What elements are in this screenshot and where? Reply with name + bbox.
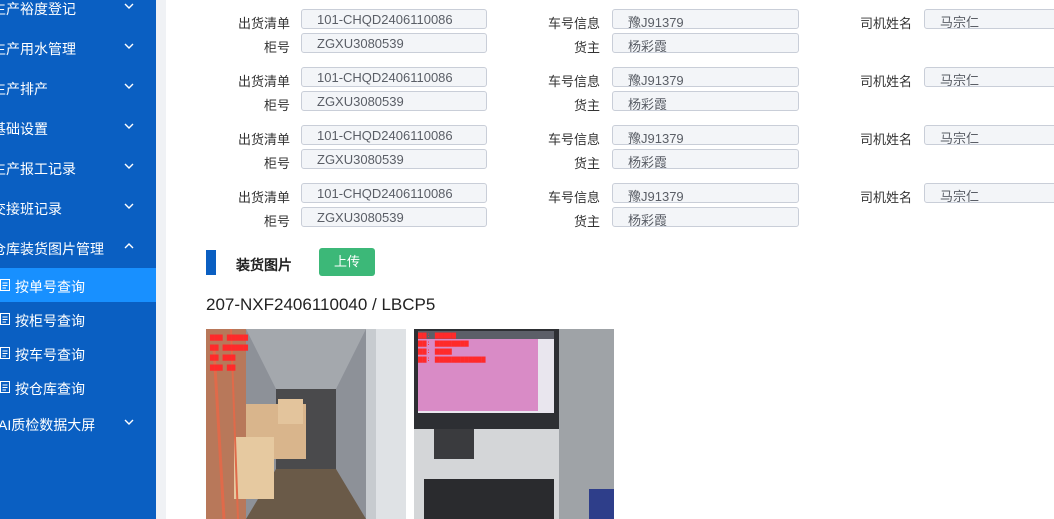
driver-name-field[interactable]: 马宗仁 — [924, 9, 1054, 29]
chevron-down-icon — [124, 83, 134, 89]
driver-name-field[interactable]: 马宗仁 — [924, 125, 1054, 145]
chevron-down-icon — [124, 163, 134, 169]
driver-name-label: 司机姓名 — [859, 74, 912, 89]
owner-label: 货主 — [573, 214, 600, 229]
owner-label: 货主 — [573, 156, 600, 171]
menu-production-margin[interactable]: 生产裕度登记 — [0, 0, 156, 28]
vehicle-info-field[interactable]: 豫J91379 — [612, 183, 799, 203]
menu-label: 基础设置 — [0, 121, 48, 137]
container-interior-image: ▆▆▆ ▆▆▆▆▆ ▆▆ ▆▆▆▆▆▆ ▆▆ ▆▆▆ ▆▆▆ ▆▆ — [206, 329, 406, 519]
chevron-down-icon — [124, 43, 134, 49]
svg-text:▆▆ ▆▆▆▆▆▆: ▆▆ ▆▆▆▆▆▆ — [209, 343, 249, 351]
menu-label: 生产用水管理 — [0, 41, 76, 57]
menu-label: 生产报工记录 — [0, 161, 76, 177]
submenu-label: 按仓库查询 — [15, 381, 85, 397]
vehicle-info-field[interactable]: 豫J91379 — [612, 125, 799, 145]
menu-label: 交接班记录 — [0, 201, 62, 217]
driver-name-label: 司机姓名 — [859, 16, 912, 31]
shipping-list-field[interactable]: 101-CHQD2406110086 — [301, 125, 487, 145]
document-icon — [0, 279, 10, 291]
svg-text:▆▆ ▆▆▆: ▆▆ ▆▆▆ — [209, 353, 236, 361]
owner-field[interactable]: 杨彩霞 — [612, 33, 799, 53]
chevron-down-icon — [124, 3, 134, 9]
driver-name-label: 司机姓名 — [859, 190, 912, 205]
menu-ai-dashboard[interactable]: AI质检数据大屏 — [0, 404, 156, 444]
photo-group-caption: 207-NXF2406110040 / LBCP5 — [206, 295, 436, 314]
submenu-label: 按单号查询 — [15, 279, 85, 295]
vehicle-info-field[interactable]: 豫J91379 — [612, 9, 799, 29]
section-title: 装货图片 — [236, 257, 292, 273]
menu-label: 生产裕度登记 — [0, 1, 76, 17]
svg-text:▆▆: ▆▆▆▆▆▆▆▆: ▆▆: ▆▆▆▆▆▆▆▆ — [417, 339, 469, 347]
owner-field[interactable]: 杨彩霞 — [612, 91, 799, 111]
vehicle-info-label: 车号信息 — [547, 190, 600, 205]
monitor-photo-image: ▆▆: ▆▆▆▆▆ ▆▆: ▆▆▆▆▆▆▆▆ ▆▆: ▆▆▆▆ ▆▆: ▆▆▆▆… — [414, 329, 614, 519]
submenu-by-warehouse[interactable]: 按仓库查询 — [0, 370, 156, 404]
document-icon — [0, 347, 10, 359]
submenu-by-container[interactable]: 按柜号查询 — [0, 302, 156, 336]
container-no-field[interactable]: ZGXU3080539 — [301, 91, 487, 111]
shipping-list-field[interactable]: 101-CHQD2406110086 — [301, 9, 487, 29]
section-accent-bar — [206, 250, 216, 275]
container-no-label: 柜号 — [263, 98, 290, 113]
shipping-list-field[interactable]: 101-CHQD2406110086 — [301, 67, 487, 87]
chevron-down-icon — [124, 123, 134, 129]
upload-button[interactable]: 上传 — [319, 248, 375, 276]
loading-photo-container[interactable]: ▆▆▆ ▆▆▆▆▆ ▆▆ ▆▆▆▆▆▆ ▆▆ ▆▆▆ ▆▆▆ ▆▆ — [206, 329, 406, 519]
submenu-label: 按车号查询 — [15, 347, 85, 363]
shipping-list-label: 出货清单 — [237, 16, 290, 31]
vehicle-info-label: 车号信息 — [547, 16, 600, 31]
sidebar: 生产裕度登记 生产用水管理 生产排产 基础设置 生产报工记录 交接班记录 仓库装… — [0, 0, 156, 519]
menu-warehouse-photos[interactable]: 仓库装货图片管理 — [0, 228, 156, 268]
submenu-label: 按柜号查询 — [15, 313, 85, 329]
content-gutter — [156, 0, 166, 519]
svg-text:▆▆: ▆▆▆▆▆: ▆▆: ▆▆▆▆▆ — [417, 331, 457, 339]
menu-production-schedule[interactable]: 生产排产 — [0, 68, 156, 108]
chevron-up-icon — [124, 243, 134, 249]
container-no-field[interactable]: ZGXU3080539 — [301, 33, 487, 53]
driver-name-field[interactable]: 马宗仁 — [924, 183, 1054, 203]
container-no-label: 柜号 — [263, 40, 290, 55]
container-no-field[interactable]: ZGXU3080539 — [301, 207, 487, 227]
shipping-list-label: 出货清单 — [237, 132, 290, 147]
owner-label: 货主 — [573, 40, 600, 55]
menu-basic-settings[interactable]: 基础设置 — [0, 108, 156, 148]
shipping-list-label: 出货清单 — [237, 74, 290, 89]
document-icon — [0, 381, 10, 393]
container-no-label: 柜号 — [263, 156, 290, 171]
menu-label: 生产排产 — [0, 81, 48, 97]
menu-production-water[interactable]: 生产用水管理 — [0, 28, 156, 68]
submenu-by-vehicle[interactable]: 按车号查询 — [0, 336, 156, 370]
vehicle-info-label: 车号信息 — [547, 74, 600, 89]
driver-name-label: 司机姓名 — [859, 132, 912, 147]
owner-label: 货主 — [573, 98, 600, 113]
vehicle-info-label: 车号信息 — [547, 132, 600, 147]
shipping-list-label: 出货清单 — [237, 190, 290, 205]
chevron-down-icon — [124, 203, 134, 209]
owner-field[interactable]: 杨彩霞 — [612, 207, 799, 227]
menu-shift-handover[interactable]: 交接班记录 — [0, 188, 156, 228]
container-no-field[interactable]: ZGXU3080539 — [301, 149, 487, 169]
svg-text:▆▆: ▆▆▆▆: ▆▆: ▆▆▆▆ — [417, 347, 453, 355]
svg-text:▆▆▆ ▆▆: ▆▆▆ ▆▆ — [209, 363, 236, 371]
shipping-list-field[interactable]: 101-CHQD2406110086 — [301, 183, 487, 203]
svg-text:▆▆▆ ▆▆▆▆▆: ▆▆▆ ▆▆▆▆▆ — [209, 333, 249, 341]
menu-label: 仓库装货图片管理 — [0, 241, 104, 257]
owner-field[interactable]: 杨彩霞 — [612, 149, 799, 169]
loading-photo-screen[interactable]: ▆▆: ▆▆▆▆▆ ▆▆: ▆▆▆▆▆▆▆▆ ▆▆: ▆▆▆▆ ▆▆: ▆▆▆▆… — [414, 329, 614, 519]
driver-name-field[interactable]: 马宗仁 — [924, 67, 1054, 87]
svg-text:▆▆: ▆▆▆▆▆▆▆▆▆▆▆▆: ▆▆: ▆▆▆▆▆▆▆▆▆▆▆▆ — [417, 355, 486, 363]
chevron-down-icon — [124, 419, 134, 425]
container-no-label: 柜号 — [263, 214, 290, 229]
submenu-by-order[interactable]: 按单号查询 — [0, 268, 156, 302]
menu-label: AI质检数据大屏 — [0, 417, 96, 433]
vehicle-info-field[interactable]: 豫J91379 — [612, 67, 799, 87]
menu-production-report[interactable]: 生产报工记录 — [0, 148, 156, 188]
document-icon — [0, 313, 10, 325]
